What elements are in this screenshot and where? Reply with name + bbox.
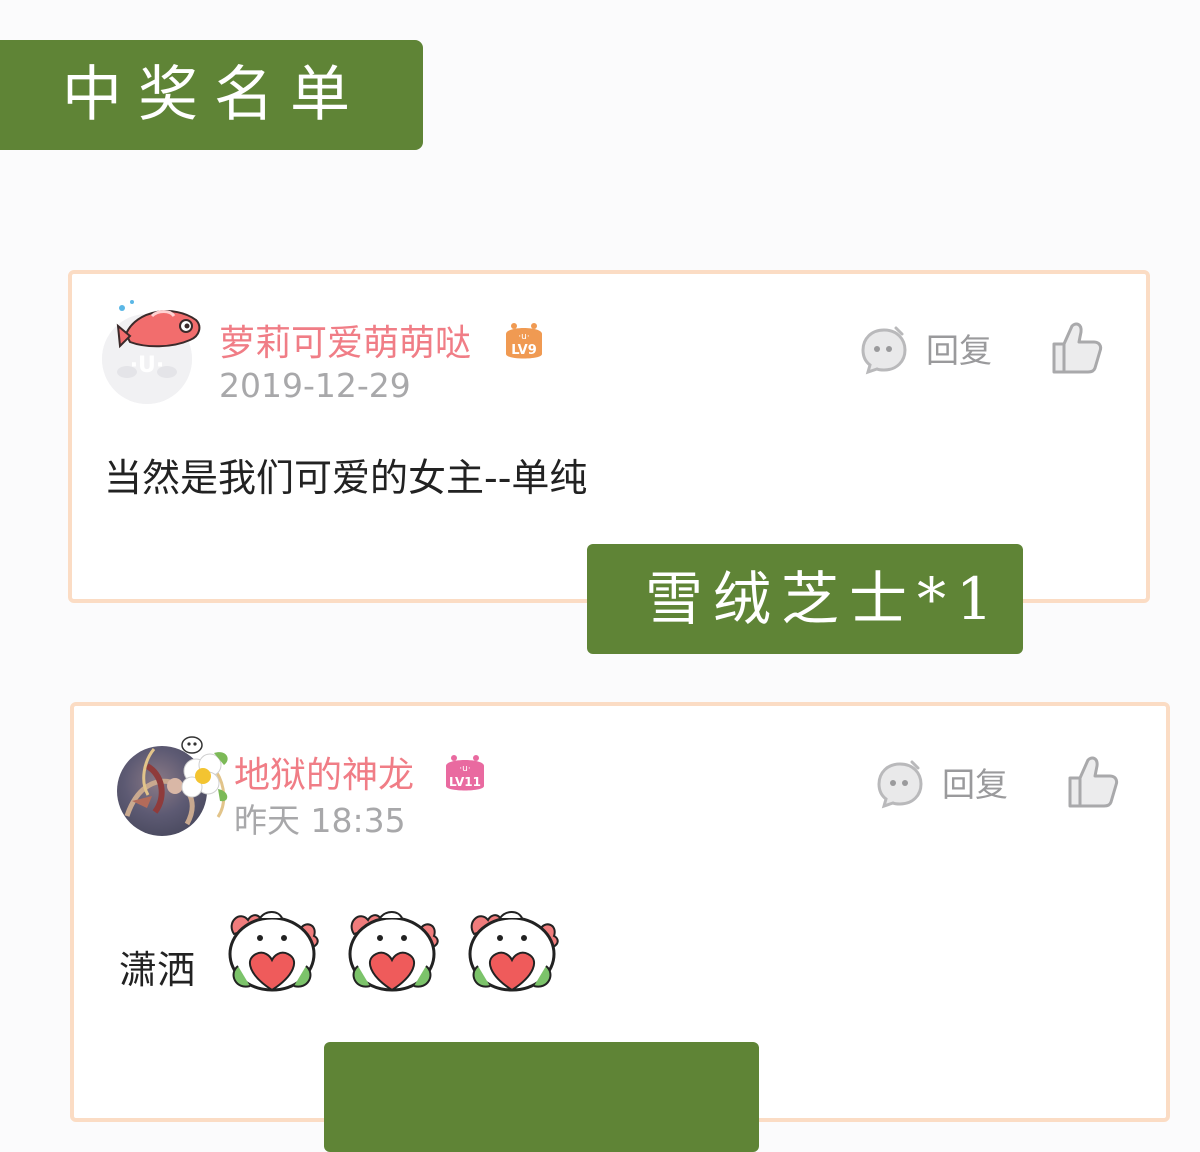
heart-bun-sticker-icon <box>228 911 319 992</box>
timestamp: 昨天 18:35 <box>234 801 406 840</box>
like-button[interactable] <box>1066 754 1120 814</box>
comment-bubble-icon <box>861 326 907 375</box>
svg-text:LV11: LV11 <box>449 775 481 789</box>
reply-button[interactable]: 回复 <box>858 324 992 376</box>
level-badge-icon: ·u· LV11 <box>446 755 484 791</box>
reply-label: 回复 <box>942 764 1008 804</box>
like-button[interactable] <box>1050 320 1104 380</box>
thumbs-up-icon <box>1052 322 1103 374</box>
flower-frame-icon <box>142 736 228 818</box>
section-title: 中奖名单 <box>62 60 366 130</box>
svg-text:·u·: ·u· <box>518 332 529 342</box>
reply-label: 回复 <box>926 330 992 370</box>
koi-fish-frame-icon <box>116 300 201 349</box>
prize-banner <box>324 1042 759 1152</box>
comment-bubble-icon <box>877 760 923 809</box>
level-badge-icon: ·u· LV9 <box>506 323 542 359</box>
section-title-banner: 中奖名单 <box>0 40 423 150</box>
comment-text: 潇洒 <box>119 948 196 992</box>
thumbs-up-icon <box>1068 756 1119 808</box>
prize-banner: 雪绒芝士*1 <box>587 544 1023 654</box>
comment-text: 当然是我们可爱的女主--单纯 <box>104 456 588 500</box>
svg-text:LV9: LV9 <box>511 343 537 358</box>
reply-button[interactable]: 回复 <box>874 758 1008 810</box>
svg-text:·u·: ·u· <box>459 764 470 774</box>
heart-bun-sticker-icon <box>468 911 559 992</box>
username[interactable]: 地狱的神龙 <box>234 758 414 794</box>
username[interactable]: 萝莉可爱萌萌哒 <box>219 326 471 362</box>
heart-bun-sticker-icon <box>348 911 439 992</box>
timestamp: 2019-12-29 <box>219 366 411 405</box>
prize-label: 雪绒芝士*1 <box>645 565 1003 633</box>
